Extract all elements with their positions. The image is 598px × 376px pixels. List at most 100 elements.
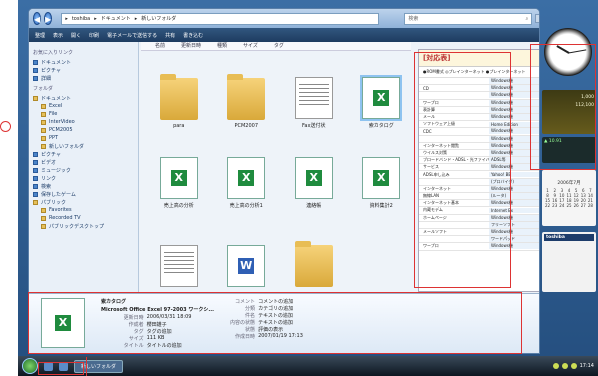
- nav-folder-item[interactable]: リンク: [33, 174, 134, 182]
- column-type[interactable]: 種類: [217, 42, 227, 50]
- calendar-day[interactable]: 27: [580, 203, 587, 208]
- toolbar-burn[interactable]: 書き込む: [183, 32, 203, 39]
- toolbar-view[interactable]: 表示: [53, 32, 63, 39]
- quicklaunch-icon[interactable]: [44, 361, 53, 371]
- calendar-day[interactable]: 22: [544, 203, 551, 208]
- nav-favorite-item[interactable]: ピクチャ: [33, 66, 134, 74]
- nav-folder-item[interactable]: Recorded TV: [33, 214, 134, 222]
- nav-folder-item[interactable]: PPT: [33, 134, 134, 142]
- ticker-gadget[interactable]: ▲ 10.91: [542, 137, 596, 163]
- start-button[interactable]: [22, 358, 38, 374]
- file-item[interactable]: X 索カタログ: [350, 54, 414, 131]
- preview-row: CDC Windows機: [419, 128, 539, 136]
- preview-row: インターネット閲覧 Windows機: [419, 142, 539, 150]
- preview-row: CD Windows機: [419, 85, 539, 93]
- column-size[interactable]: サイズ: [243, 42, 258, 50]
- folder-icon: [41, 207, 46, 213]
- preview-cell-value: ADSL等: [489, 157, 539, 164]
- stock-gadget[interactable]: 1,000 112,100: [542, 90, 596, 134]
- folder-icon: [33, 95, 38, 101]
- calendar-day[interactable]: 26: [573, 203, 580, 208]
- column-tags[interactable]: タグ: [274, 42, 284, 50]
- folder-icon: [159, 73, 198, 120]
- address-bar[interactable]: ▸ toshiba ▸ ドキュメント ▸ 新しいフォルダ: [61, 12, 380, 25]
- preview-row: ワープロ Windows機: [419, 99, 539, 107]
- explorer-window: ◀ ▶ ▸ toshiba ▸ ドキュメント ▸ 新しいフォルダ 検索 ⌕ _ …: [28, 8, 540, 354]
- file-name: Fax送付状: [302, 122, 326, 129]
- nav-folder-item[interactable]: ビデオ: [33, 158, 134, 166]
- breadcrumb-documents[interactable]: ドキュメント: [101, 15, 131, 22]
- toolbar-print[interactable]: 印刷: [89, 32, 99, 39]
- preview-cell-label: CD: [423, 85, 429, 91]
- nav-folder-item[interactable]: パブリックデスクトップ: [33, 222, 134, 230]
- calendar-day[interactable]: 25: [565, 203, 572, 208]
- nav-folder-item[interactable]: パブリック: [33, 198, 134, 206]
- forward-button[interactable]: ▶: [44, 12, 53, 25]
- nav-favorite-item[interactable]: ドキュメント: [33, 58, 134, 66]
- folder-icon: [33, 75, 38, 81]
- calendar-day[interactable]: 23: [551, 203, 558, 208]
- nav-folder-item[interactable]: ミュージック: [33, 166, 134, 174]
- file-name: 資料集計2: [369, 203, 393, 210]
- folder-icon: [41, 127, 46, 133]
- file-item[interactable]: PCM2007: [215, 54, 279, 131]
- file-item[interactable]: [282, 215, 346, 292]
- nav-folder-item[interactable]: 検索: [33, 182, 134, 190]
- nav-folder-item[interactable]: ドキュメント: [33, 94, 134, 102]
- clock-gadget[interactable]: [544, 28, 592, 76]
- folders-title[interactable]: フォルダ: [33, 85, 134, 92]
- taskbar-clock[interactable]: 17:14: [580, 363, 594, 369]
- tray-icon[interactable]: [570, 363, 577, 369]
- breadcrumb-new-folder[interactable]: 新しいフォルダ: [141, 15, 176, 22]
- preview-cell-label: 内蔵モデム: [423, 207, 443, 213]
- nav-item-label: 詳細: [41, 75, 52, 82]
- file-item[interactable]: Fax送付状: [282, 54, 346, 131]
- folder-icon: [33, 167, 38, 173]
- nav-folder-item[interactable]: File: [33, 110, 134, 118]
- column-modified[interactable]: 更新日時: [181, 42, 201, 50]
- nav-folder-item[interactable]: InterVideo: [33, 118, 134, 126]
- folder-icon: [41, 119, 46, 125]
- preview-row: Windows機: [419, 78, 539, 86]
- windows-sidebar: 1,000 112,100 ▲ 10.91 2006年7月 1234567891…: [540, 0, 598, 356]
- toolbar-email[interactable]: 電子メールで送信する: [107, 32, 157, 39]
- preview-cell-label: CDC: [423, 128, 432, 134]
- calendar-day[interactable]: 24: [558, 203, 565, 208]
- file-item[interactable]: X 資料集計2: [350, 135, 414, 212]
- file-item[interactable]: [147, 215, 211, 292]
- tray-icon[interactable]: [552, 363, 559, 369]
- column-name[interactable]: 名前: [155, 42, 165, 50]
- toolbar-organize[interactable]: 整理: [35, 32, 45, 39]
- toolbar-share[interactable]: 共有: [165, 32, 175, 39]
- file-item[interactable]: X 売上高の分析: [147, 135, 211, 212]
- nav-folder-item[interactable]: Favorites: [33, 206, 134, 214]
- toolbar-open[interactable]: 開く: [71, 32, 81, 39]
- file-item[interactable]: para: [147, 54, 211, 131]
- details-left: 索カタログ Microsoft Office Excel 97-2003 ワーク…: [101, 299, 215, 349]
- file-item[interactable]: X 連絡帳: [282, 135, 346, 212]
- feed-gadget[interactable]: toshiba: [542, 232, 596, 292]
- calendar-gadget[interactable]: 2006年7月 1 2 3 4 5 6 7 8 9 10 11 12 13 14 15 16 17 18 19 20 2…: [542, 170, 596, 226]
- preview-cell-value: Windows機: [489, 114, 539, 121]
- desktop: ◀ ▶ ▸ toshiba ▸ ドキュメント ▸ 新しいフォルダ 検索 ⌕ _ …: [18, 0, 598, 376]
- breadcrumb-toshiba[interactable]: toshiba: [72, 16, 90, 22]
- nav-folder-item[interactable]: 新しいフォルダ: [33, 142, 134, 150]
- back-button[interactable]: ◀: [33, 12, 42, 25]
- file-item[interactable]: X 売上高の分析1: [215, 135, 279, 212]
- file-name: 連絡帳: [306, 203, 322, 210]
- file-item[interactable]: W: [215, 215, 279, 292]
- taskbar-button-explorer[interactable]: 新しいフォルダ: [74, 359, 124, 373]
- nav-item-label: PPT: [49, 135, 59, 141]
- tray-icon[interactable]: [561, 363, 568, 369]
- nav-folder-item[interactable]: PCM2005: [33, 126, 134, 134]
- calendar-day[interactable]: 28: [587, 203, 594, 208]
- quicklaunch-icon[interactable]: [59, 361, 68, 371]
- preview-cell-value: Windows機: [489, 200, 539, 207]
- nav-folder-item[interactable]: 保存したゲーム: [33, 190, 134, 198]
- excel-file-icon: X: [294, 157, 333, 200]
- preview-cell-value: Yahoo! BB: [489, 172, 539, 178]
- nav-folder-item[interactable]: Excel: [33, 102, 134, 110]
- nav-folder-item[interactable]: ピクチャ: [33, 150, 134, 158]
- search-input[interactable]: 検索 ⌕: [404, 12, 533, 25]
- nav-favorite-item[interactable]: 詳細: [33, 74, 134, 82]
